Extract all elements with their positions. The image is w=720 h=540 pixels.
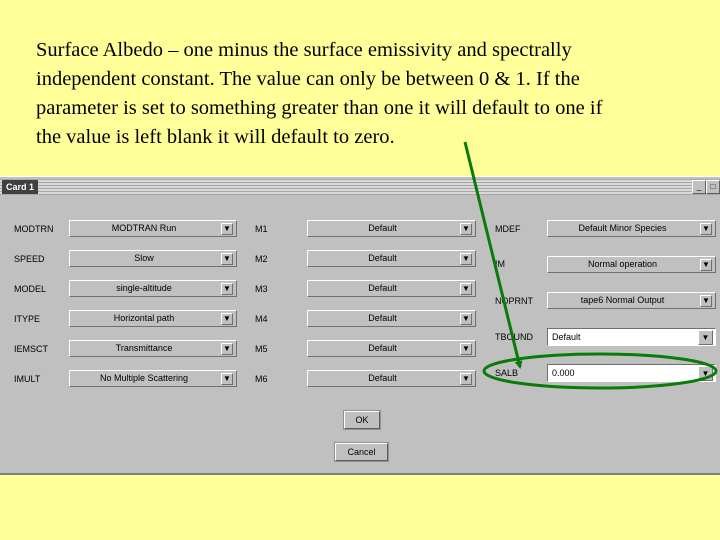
dropdown-arrow-icon[interactable]: ▼ bbox=[460, 343, 472, 355]
dropdown-arrow-icon[interactable]: ▼ bbox=[460, 283, 472, 295]
m6-select[interactable]: Default ▼ bbox=[307, 370, 476, 387]
m5-select[interactable]: Default ▼ bbox=[307, 340, 476, 357]
salb-label: SALB bbox=[495, 368, 519, 378]
caption-line: independent constant. The value can only… bbox=[36, 68, 580, 90]
cancel-button[interactable]: Cancel bbox=[334, 442, 389, 462]
m5-label: M5 bbox=[255, 344, 268, 354]
m3-select[interactable]: Default ▼ bbox=[307, 280, 476, 297]
noprnt-value: tape6 Normal Output bbox=[580, 295, 665, 305]
mdef-value: Default Minor Species bbox=[578, 223, 667, 233]
dropdown-arrow-icon[interactable]: ▼ bbox=[700, 223, 712, 235]
modtrn-label: MODTRN bbox=[14, 224, 54, 234]
dropdown-arrow-icon[interactable]: ▼ bbox=[460, 223, 472, 235]
iemsct-select[interactable]: Transmittance ▼ bbox=[69, 340, 237, 357]
speed-value: Slow bbox=[134, 253, 154, 263]
caption-line: the value is left blank it will default … bbox=[36, 126, 395, 148]
speed-select[interactable]: Slow ▼ bbox=[69, 250, 237, 267]
dropdown-arrow-icon[interactable]: ▼ bbox=[221, 253, 233, 265]
m4-value: Default bbox=[368, 313, 397, 323]
m2-label: M2 bbox=[255, 254, 268, 264]
itype-select[interactable]: Horizontal path ▼ bbox=[69, 310, 237, 327]
m3-label: M3 bbox=[255, 284, 268, 294]
m2-value: Default bbox=[368, 253, 397, 263]
dropdown-arrow-icon[interactable]: ▼ bbox=[700, 259, 712, 271]
salb-value: 0.000 bbox=[552, 368, 575, 378]
caption-line: Surface Albedo – one minus the surface e… bbox=[36, 39, 572, 61]
tbound-value: Default bbox=[552, 332, 581, 342]
dropdown-arrow-icon[interactable]: ▼ bbox=[460, 253, 472, 265]
m1-select[interactable]: Default ▼ bbox=[307, 220, 476, 237]
mdef-select[interactable]: Default Minor Species ▼ bbox=[547, 220, 716, 237]
modtrn-value: MODTRAN Run bbox=[111, 223, 177, 233]
dropdown-arrow-icon[interactable]: ▼ bbox=[698, 330, 713, 345]
m6-value: Default bbox=[368, 373, 397, 383]
im-label: IM bbox=[495, 259, 505, 269]
minimize-button[interactable]: _ bbox=[692, 180, 706, 194]
dropdown-arrow-icon[interactable]: ▼ bbox=[221, 373, 233, 385]
salb-input[interactable]: 0.000 ▼ bbox=[547, 364, 716, 382]
dropdown-arrow-icon[interactable]: ▼ bbox=[460, 373, 472, 385]
m4-select[interactable]: Default ▼ bbox=[307, 310, 476, 327]
m1-value: Default bbox=[368, 223, 397, 233]
dropdown-arrow-icon[interactable]: ▼ bbox=[221, 343, 233, 355]
model-select[interactable]: single-altitude ▼ bbox=[69, 280, 237, 297]
caption: Surface Albedo – one minus the surface e… bbox=[36, 36, 716, 152]
im-value: Normal operation bbox=[587, 259, 658, 269]
m2-select[interactable]: Default ▼ bbox=[307, 250, 476, 267]
m6-label: M6 bbox=[255, 374, 268, 384]
caption-line: parameter is set to something greater th… bbox=[36, 97, 603, 119]
dropdown-arrow-icon[interactable]: ▼ bbox=[700, 295, 712, 307]
window-title: Card 1 bbox=[2, 180, 39, 194]
noprnt-select[interactable]: tape6 Normal Output ▼ bbox=[547, 292, 716, 309]
model-value: single-altitude bbox=[116, 283, 172, 293]
itype-label: ITYPE bbox=[14, 314, 41, 324]
speed-label: SPEED bbox=[14, 254, 45, 264]
noprnt-label: NOPRNT bbox=[495, 296, 533, 306]
dropdown-arrow-icon[interactable]: ▼ bbox=[221, 313, 233, 325]
tbound-label: TBOUND bbox=[495, 332, 533, 342]
m4-label: M4 bbox=[255, 314, 268, 324]
modtrn-select[interactable]: MODTRAN Run ▼ bbox=[69, 220, 237, 237]
imult-select[interactable]: No Multiple Scattering ▼ bbox=[69, 370, 237, 387]
iemsct-value: Transmittance bbox=[115, 343, 173, 353]
dropdown-arrow-icon[interactable]: ▼ bbox=[460, 313, 472, 325]
dropdown-arrow-icon[interactable]: ▼ bbox=[698, 366, 713, 381]
mdef-label: MDEF bbox=[495, 224, 521, 234]
card-dialog: Card 1 _ □ MODTRN MODTRAN Run ▼ SPEED Sl… bbox=[0, 176, 720, 475]
imult-value: No Multiple Scattering bbox=[99, 373, 189, 383]
imult-label: IMULT bbox=[14, 374, 41, 384]
dropdown-arrow-icon[interactable]: ▼ bbox=[221, 283, 233, 295]
m3-value: Default bbox=[368, 283, 397, 293]
close-button[interactable]: □ bbox=[706, 180, 720, 194]
m5-value: Default bbox=[368, 343, 397, 353]
model-label: MODEL bbox=[14, 284, 47, 294]
ok-button[interactable]: OK bbox=[343, 410, 381, 430]
m1-label: M1 bbox=[255, 224, 268, 234]
title-bar[interactable]: Card 1 _ □ bbox=[0, 179, 720, 195]
im-select[interactable]: Normal operation ▼ bbox=[547, 256, 716, 273]
dropdown-arrow-icon[interactable]: ▼ bbox=[221, 223, 233, 235]
iemsct-label: IEMSCT bbox=[14, 344, 49, 354]
tbound-input[interactable]: Default ▼ bbox=[547, 328, 716, 346]
itype-value: Horizontal path bbox=[113, 313, 175, 323]
